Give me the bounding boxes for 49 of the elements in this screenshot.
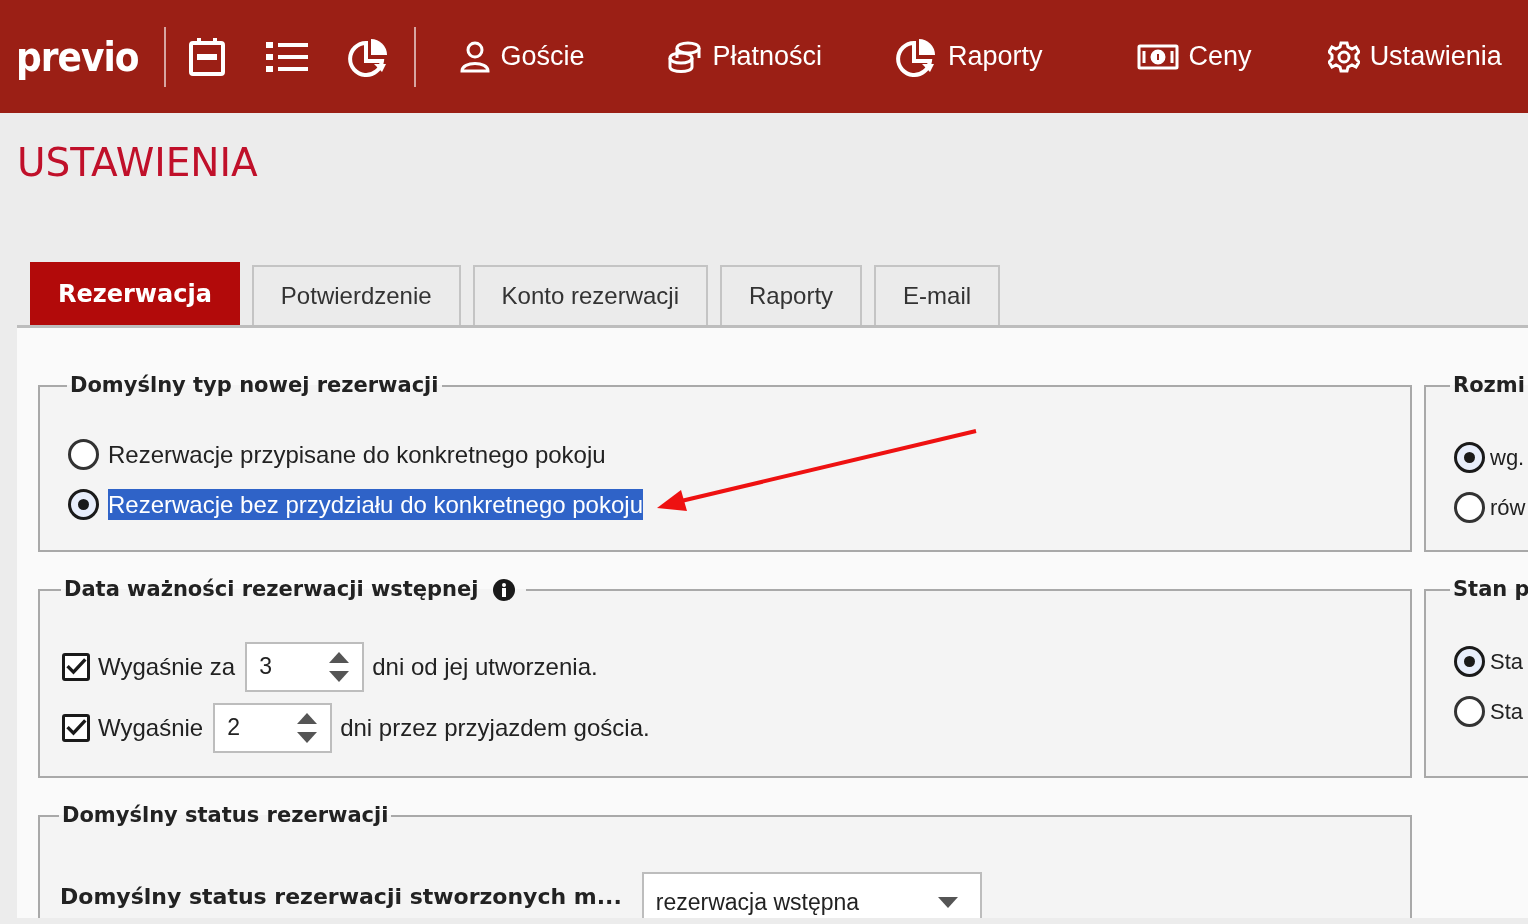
option-label[interactable]: wg. bbox=[1490, 441, 1525, 473]
banknote-icon[interactable] bbox=[1136, 43, 1179, 70]
field-label: Domyślny status rezerwacji stworzonych m... bbox=[60, 883, 622, 911]
nav-link[interactable]: Goście bbox=[500, 36, 585, 77]
option-label[interactable]: Rezerwacje przypisane do konkretnego pokoju bbox=[108, 438, 606, 470]
calendar-icon[interactable] bbox=[188, 36, 227, 77]
option-label[interactable]: Sta bbox=[1490, 695, 1524, 727]
radio-button[interactable] bbox=[1454, 491, 1485, 523]
list-icon[interactable] bbox=[266, 39, 309, 74]
section-title: Stan p bbox=[1453, 576, 1528, 603]
field-label: dni przez przyjazdem gościa. bbox=[340, 712, 650, 743]
page-title: USTAWIENIA bbox=[17, 143, 258, 182]
spinner-arrows-icon[interactable] bbox=[296, 711, 319, 744]
field-label: dni od jej utworzenia. bbox=[372, 651, 598, 682]
user-icon[interactable] bbox=[460, 40, 491, 73]
settings-icon[interactable] bbox=[1327, 40, 1360, 73]
checkbox[interactable] bbox=[62, 652, 90, 681]
option-label[interactable]: Rezerwacje bez przydziału do konkretnego pokoju bbox=[108, 488, 643, 520]
number-spinner[interactable]: 2 bbox=[213, 702, 333, 753]
nav-link[interactable]: Raporty bbox=[948, 36, 1043, 77]
tab[interactable]: Raporty bbox=[720, 265, 863, 325]
tab[interactable]: Potwierdzenie bbox=[251, 265, 461, 325]
number-spinner[interactable]: 3 bbox=[245, 641, 365, 692]
field-label: Wygaśnie za bbox=[98, 651, 236, 682]
radio-button[interactable] bbox=[68, 488, 99, 520]
coins-icon[interactable] bbox=[668, 40, 703, 73]
nav-link[interactable]: Płatności bbox=[712, 36, 823, 77]
tab[interactable]: E-mail bbox=[874, 265, 1001, 325]
section-title: Domyślny typ nowej rezerwacji bbox=[70, 372, 439, 399]
tab[interactable]: Rezerwacja bbox=[30, 262, 240, 325]
radio-button[interactable] bbox=[1454, 695, 1485, 727]
caret-icon[interactable] bbox=[937, 897, 958, 908]
radio-button[interactable] bbox=[1454, 441, 1485, 473]
info-icon[interactable] bbox=[492, 578, 515, 601]
nav-link[interactable]: Ceny bbox=[1188, 36, 1252, 77]
radio-button[interactable] bbox=[68, 438, 99, 470]
section-title: Rozmi bbox=[1453, 372, 1525, 399]
tab[interactable]: Konto rezerwacji bbox=[472, 265, 709, 325]
section-title: Domyślny status rezerwacji bbox=[62, 802, 389, 829]
dropdown[interactable]: rezerwacja wstępna bbox=[641, 871, 982, 918]
logo[interactable]: previo bbox=[16, 26, 139, 87]
nav-link[interactable]: Ustawienia bbox=[1369, 36, 1502, 77]
field-label: Wygaśnie bbox=[98, 712, 204, 743]
section-title: Data ważności rezerwacji wstępnej bbox=[64, 576, 479, 603]
spinner-arrows-icon[interactable] bbox=[328, 650, 351, 683]
radio-button[interactable] bbox=[1454, 645, 1485, 677]
checkbox[interactable] bbox=[62, 713, 90, 742]
option-label[interactable]: rów bbox=[1490, 491, 1526, 523]
option-label[interactable]: Sta bbox=[1490, 645, 1524, 677]
